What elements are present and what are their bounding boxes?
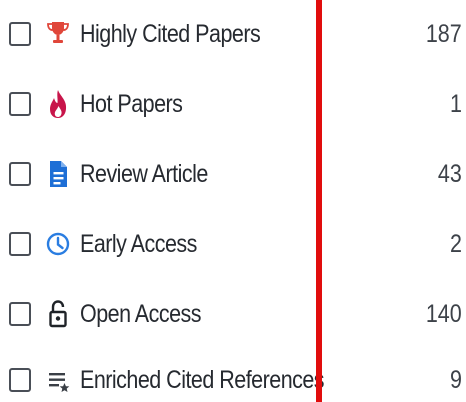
quick-filters-panel: Highly Cited Papers 187 Hot Papers 1 Rev… xyxy=(0,0,466,402)
filter-label: Hot Papers xyxy=(80,90,183,118)
filter-label: Enriched Cited References xyxy=(80,366,325,394)
filter-checkbox[interactable] xyxy=(9,22,31,46)
enriched-list-icon xyxy=(45,364,71,396)
filter-row-hot-papers[interactable]: Hot Papers 1 xyxy=(0,82,466,126)
filter-row-review-article[interactable]: Review Article 43 xyxy=(0,152,466,196)
filter-label: Highly Cited Papers xyxy=(80,20,261,48)
unlock-icon xyxy=(45,298,71,330)
filter-count: 140 xyxy=(426,300,462,328)
filter-checkbox[interactable] xyxy=(9,368,31,392)
filter-row-highly-cited-papers[interactable]: Highly Cited Papers 187 xyxy=(0,12,466,56)
clock-icon xyxy=(45,228,71,260)
filter-label: Open Access xyxy=(80,300,202,328)
filter-count: 43 xyxy=(438,160,462,188)
filter-checkbox[interactable] xyxy=(9,162,31,186)
filter-count: 2 xyxy=(450,230,462,258)
trophy-icon xyxy=(45,18,71,50)
filter-count: 9 xyxy=(450,366,462,394)
filter-label: Review Article xyxy=(80,160,208,188)
filter-count: 187 xyxy=(426,20,462,48)
filter-count: 1 xyxy=(450,90,462,118)
filter-row-early-access[interactable]: Early Access 2 xyxy=(0,222,466,266)
filter-checkbox[interactable] xyxy=(9,232,31,256)
flame-icon xyxy=(45,88,71,120)
filter-row-enriched-cited-references[interactable]: Enriched Cited References 9 xyxy=(0,358,466,402)
filter-checkbox[interactable] xyxy=(9,302,31,326)
vertical-divider xyxy=(316,0,322,402)
filter-checkbox[interactable] xyxy=(9,92,31,116)
filter-label: Early Access xyxy=(80,230,197,258)
document-icon xyxy=(45,158,71,190)
filter-row-open-access[interactable]: Open Access 140 xyxy=(0,292,466,336)
